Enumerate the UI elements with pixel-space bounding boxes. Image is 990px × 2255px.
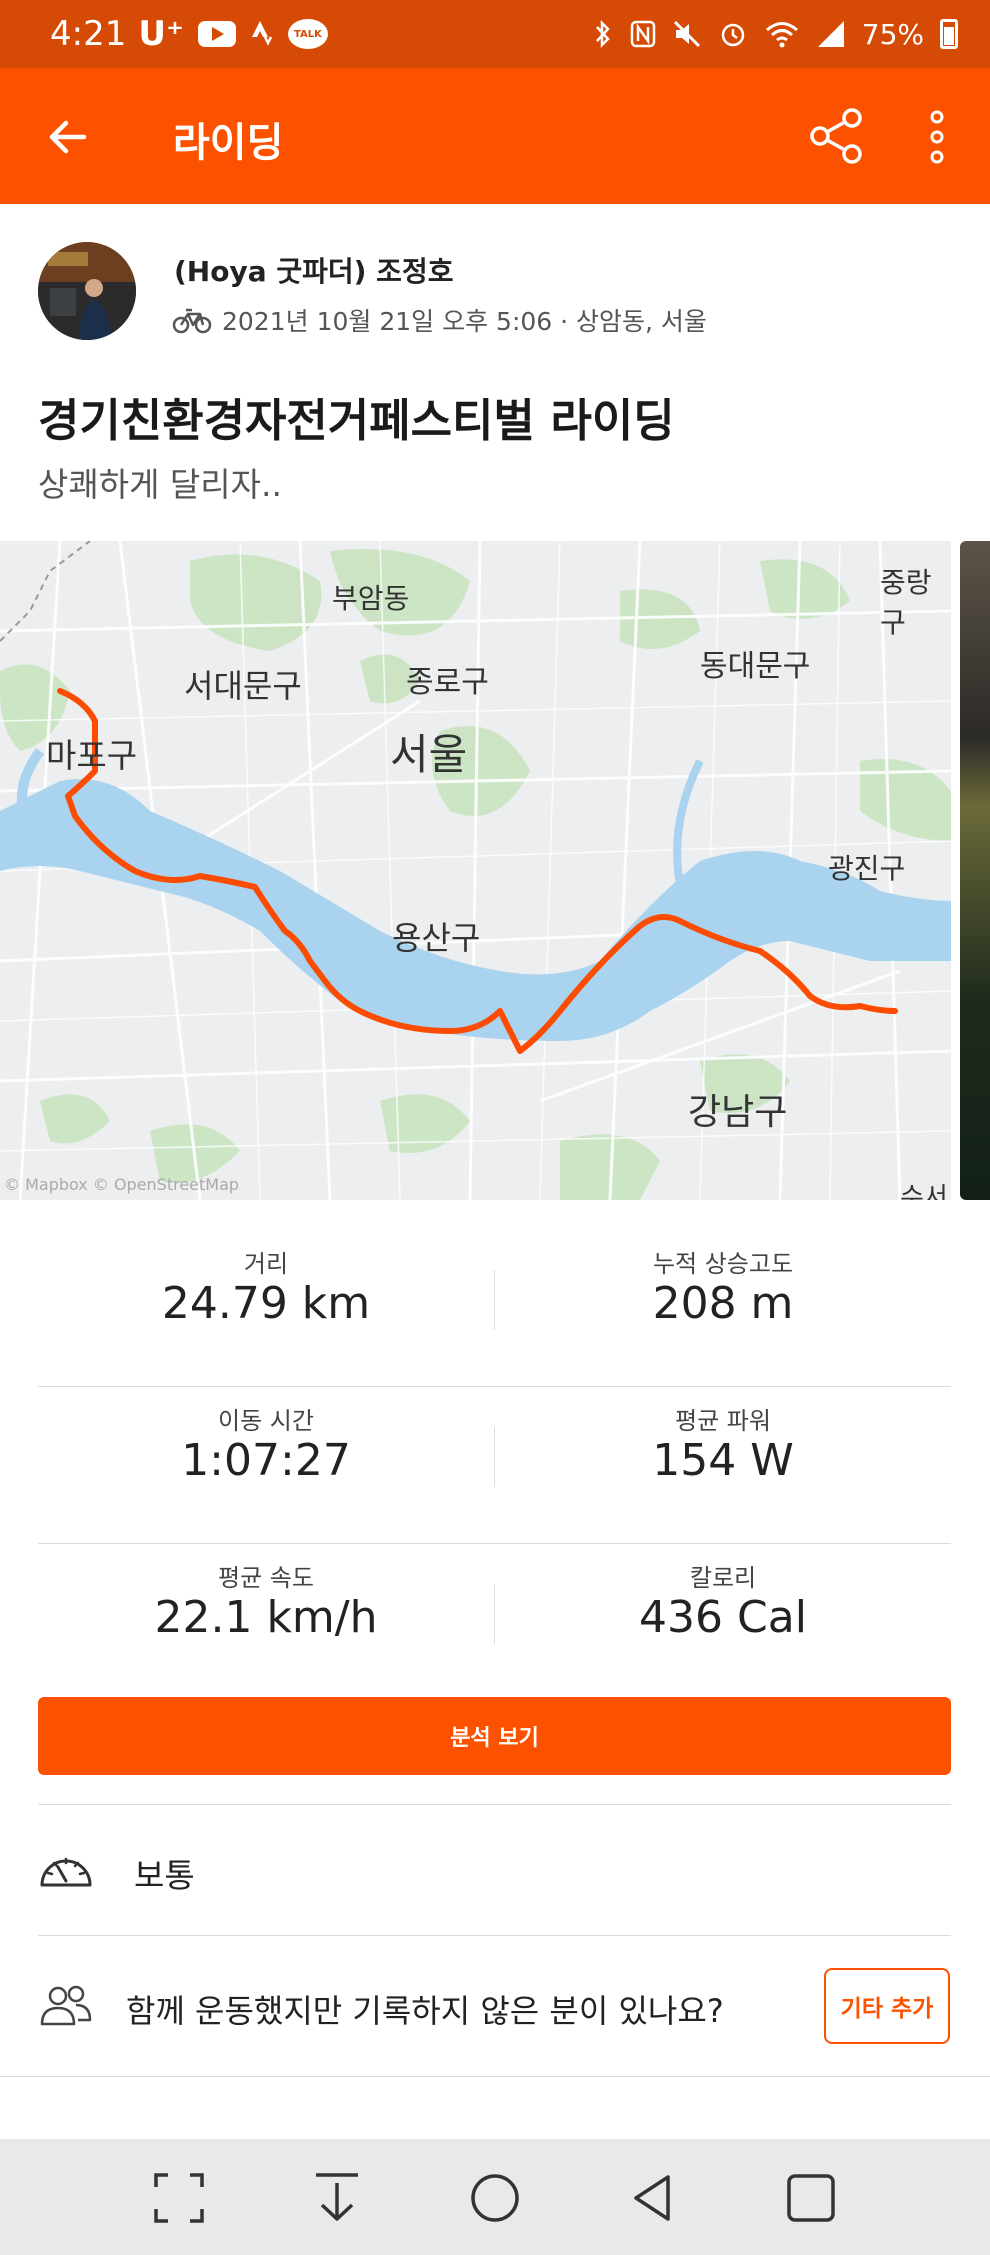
kakaotalk-icon: TALK	[287, 19, 328, 49]
home-icon[interactable]	[466, 2169, 524, 2227]
stat-value: 154 W	[652, 1435, 794, 1486]
stat-elevation-gain: 누적 상승고도 208 m	[495, 1230, 951, 1386]
signal-icon	[817, 21, 844, 47]
status-bar: 4:21 U⁺ TALK 75%	[0, 0, 990, 68]
people-icon	[40, 1985, 92, 2026]
stats-grid: 거리 24.79 km 누적 상승고도 208 m 이동 시간 1:07:27 …	[38, 1230, 951, 1700]
back-arrow-icon[interactable]	[44, 114, 90, 160]
map-label: 부암동	[332, 582, 410, 615]
divider	[0, 2076, 990, 2077]
map-label: 종로구	[406, 665, 489, 700]
strava-icon	[251, 21, 273, 46]
mute-icon	[673, 20, 700, 48]
map-label: 서울	[390, 730, 468, 779]
screenshot-icon[interactable]	[150, 2169, 208, 2227]
back-icon[interactable]	[624, 2169, 682, 2227]
stat-value: 208 m	[652, 1278, 794, 1329]
stat-label: 이동 시간	[218, 1407, 314, 1435]
perceived-effort-row[interactable]: 보통	[38, 1805, 951, 1935]
bluetooth-icon	[595, 19, 610, 49]
alarm-icon	[721, 23, 745, 47]
avatar[interactable]	[38, 242, 136, 340]
carrier-icon: U⁺	[138, 14, 184, 54]
activity-photo[interactable]	[960, 541, 990, 1200]
group-activity-question: 함께 운동했지만 기록하지 않은 분이 있나요?	[126, 1992, 724, 2030]
activity-title: 경기친환경자전거페스티벌 라이딩	[38, 394, 675, 447]
stat-label: 평균 속도	[218, 1564, 314, 1592]
stat-distance: 거리 24.79 km	[38, 1230, 494, 1386]
share-icon[interactable]	[806, 106, 866, 166]
map-label: 동대문구	[700, 649, 811, 684]
download-icon[interactable]	[308, 2169, 366, 2227]
nfc-icon	[630, 20, 656, 48]
youtube-icon	[197, 21, 236, 47]
stat-average-speed: 평균 속도 22.1 km/h	[38, 1544, 494, 1700]
effort-label: 보통	[134, 1856, 195, 1895]
map-label: 광진구	[828, 852, 906, 885]
gauge-icon	[40, 1857, 92, 1887]
map-label: 강남구	[688, 1092, 788, 1133]
recent-apps-icon[interactable]	[782, 2169, 840, 2227]
route-map[interactable]: 부암동 중랑구 서대문구 종로구 동대문구 마포구 서울 광진구 용산구 강남구…	[0, 541, 951, 1200]
page-title: 라이딩	[173, 120, 284, 166]
battery-percent: 75%	[861, 17, 924, 51]
map-canvas	[0, 541, 951, 1200]
avatar-photo	[38, 242, 136, 340]
group-activity-row: 함께 운동했지만 기록하지 않은 분이 있나요? 기타 추가	[38, 1936, 951, 2076]
athlete-name[interactable]: (Hoya 굿파더) 조정호	[174, 250, 453, 290]
bike-icon	[172, 308, 212, 334]
app-bar: 라이딩	[0, 68, 990, 204]
stat-label: 평균 파워	[675, 1407, 771, 1435]
stat-calories: 칼로리 436 Cal	[495, 1544, 951, 1700]
stat-moving-time: 이동 시간 1:07:27	[38, 1387, 494, 1543]
map-label: 수서	[900, 1183, 948, 1200]
stat-value: 1:07:27	[181, 1435, 351, 1486]
view-analysis-button[interactable]: 분석 보기	[38, 1697, 951, 1775]
battery-icon	[940, 19, 958, 49]
wifi-icon	[765, 22, 798, 48]
stat-label: 누적 상승고도	[652, 1250, 794, 1278]
stat-label: 거리	[243, 1250, 289, 1278]
activity-meta: 2021년 10월 21일 오후 5:06 · 상암동, 서울	[172, 302, 707, 338]
system-navigation-bar	[0, 2139, 990, 2255]
map-label: 마포구	[46, 736, 138, 775]
add-others-button[interactable]: 기타 추가	[824, 1968, 950, 2044]
stat-label: 칼로리	[689, 1564, 757, 1592]
stat-value: 436 Cal	[639, 1592, 807, 1643]
stat-value: 24.79 km	[161, 1278, 371, 1329]
stat-average-power: 평균 파워 154 W	[495, 1387, 951, 1543]
clock: 4:21	[50, 14, 127, 54]
map-label: 중랑구	[880, 566, 932, 639]
map-attribution: © Mapbox © OpenStreetMap	[4, 1175, 240, 1194]
more-options-icon[interactable]	[922, 108, 952, 166]
map-label: 서대문구	[184, 667, 302, 705]
activity-description: 상쾌하게 달리자..	[38, 465, 282, 504]
stat-value: 22.1 km/h	[154, 1592, 378, 1643]
map-label: 용산구	[392, 919, 481, 957]
activity-datetime-location: 2021년 10월 21일 오후 5:06 · 상암동, 서울	[222, 307, 707, 336]
